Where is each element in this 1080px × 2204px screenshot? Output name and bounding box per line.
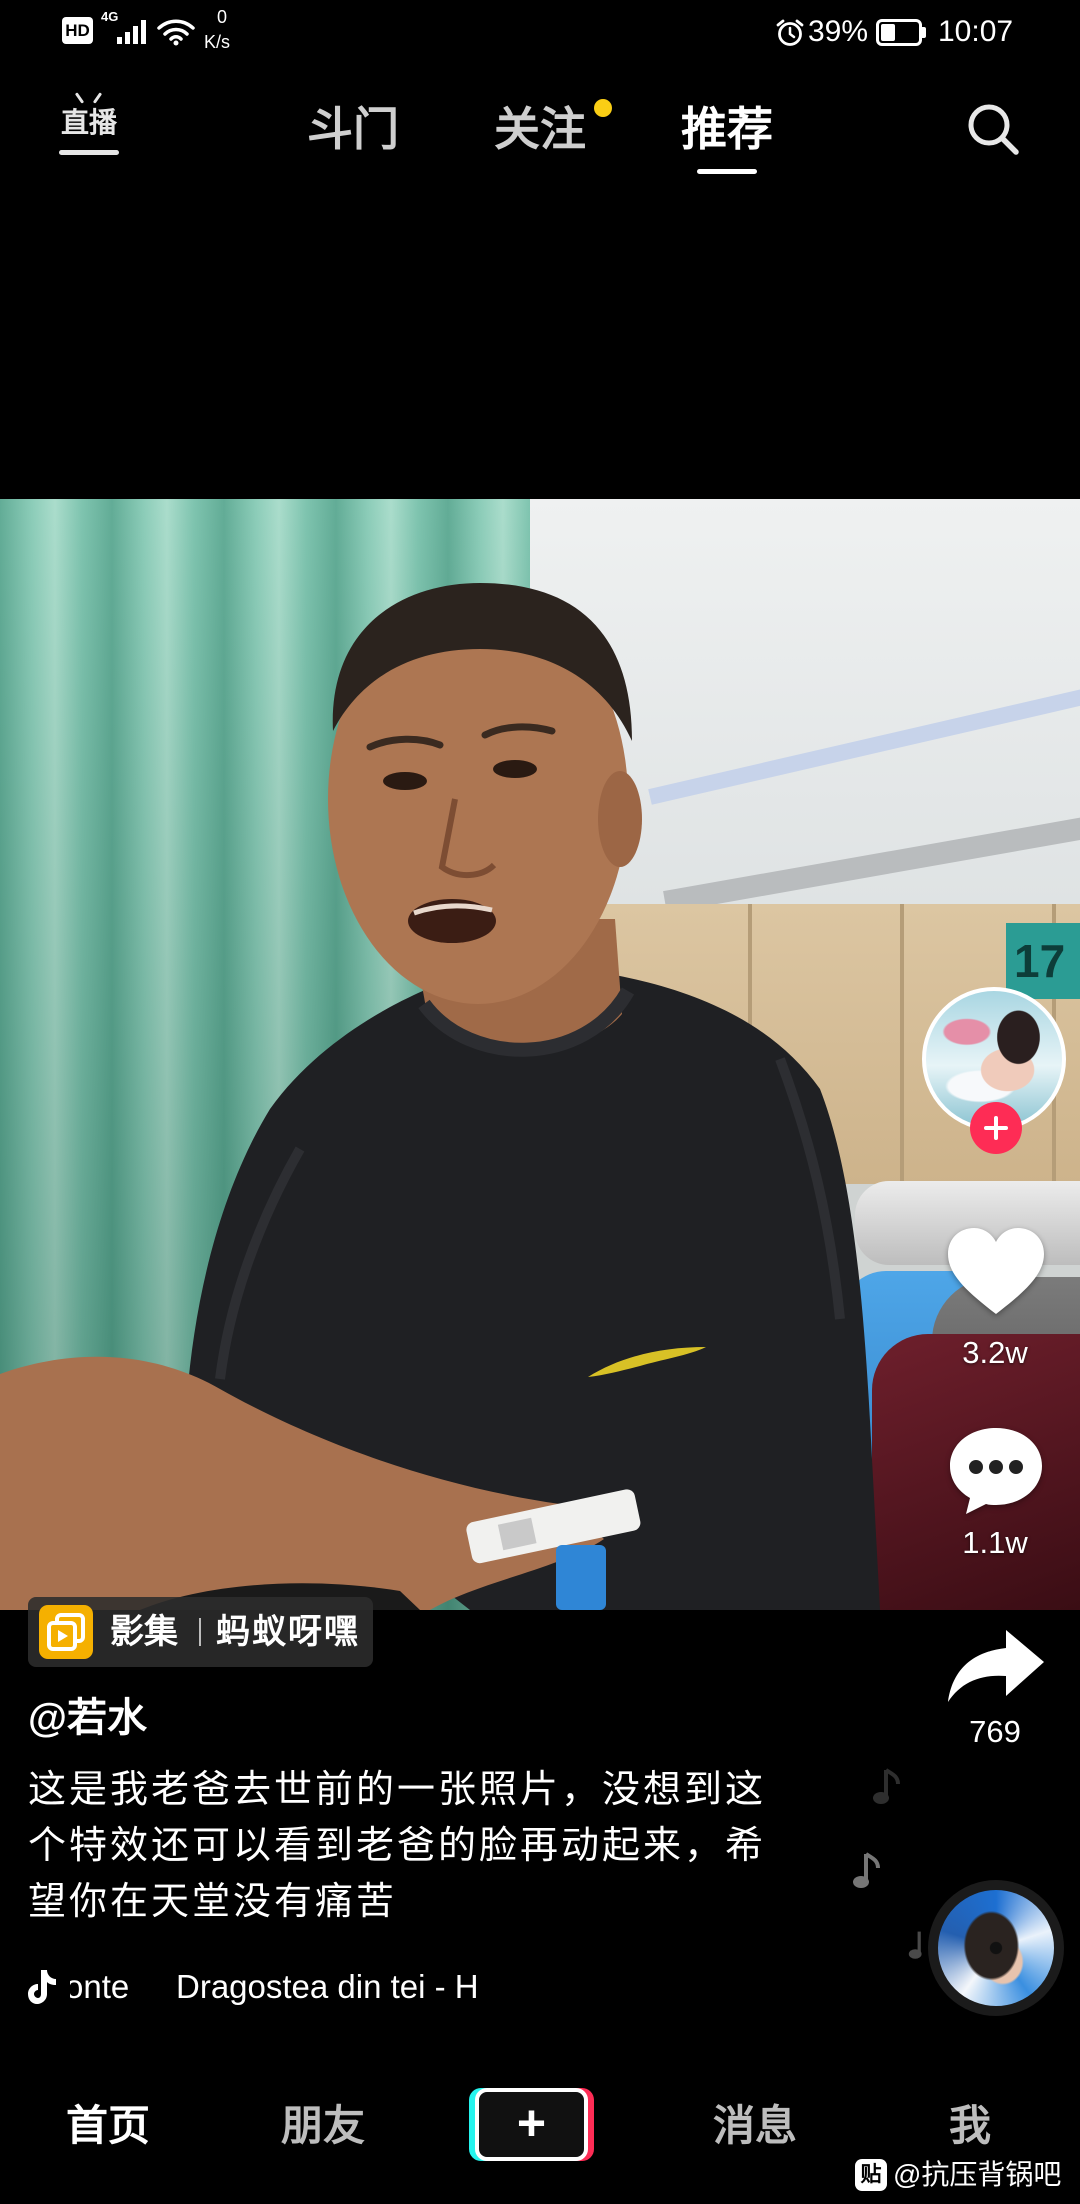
net-speed-value: 0 (216, 7, 227, 27)
music-note-icon (28, 1970, 56, 2004)
share-icon[interactable] (946, 1626, 1046, 1706)
nav-home[interactable]: 首页 (28, 2100, 188, 2152)
live-label: 直播 (60, 107, 117, 138)
author-name[interactable]: @若水 (28, 1694, 147, 1742)
search-icon[interactable] (963, 99, 1023, 159)
battery-tip (922, 27, 926, 38)
nav-friends[interactable]: 朋友 (243, 2100, 403, 2152)
like-count: 3.2w (962, 1335, 1028, 1370)
chip-divider (199, 1618, 201, 1646)
music-note-icon (853, 1852, 880, 1888)
music-note-icon (873, 1768, 900, 1804)
tab-local[interactable]: 斗门 (283, 100, 423, 158)
music-text-prefix: onte (70, 1968, 130, 2005)
wristband-blue (556, 1545, 606, 1610)
tab-recommended[interactable]: 推荐 (657, 100, 797, 158)
wifi-icon (157, 19, 195, 46)
watermark-text: @抗压背锅吧 (893, 2159, 1062, 2190)
live-antenna (74, 92, 85, 104)
description-line: 这是我老爸去世前的一张照片，没想到这 (28, 1769, 767, 1811)
status-bar: HD 4G 0 K/s 39% 10:07 (0, 0, 1080, 65)
new-content-dot (594, 99, 612, 117)
live-antenna (92, 92, 103, 104)
music-marquee: onte Dragostea din tei - H (70, 1963, 522, 2011)
effect-chip[interactable]: 影集 蚂蚁呀嘿 (28, 1597, 373, 1667)
description-line: 个特效还可以看到老爸的脸再动起来，希 (28, 1825, 767, 1867)
signal-icon (117, 20, 146, 44)
alarm-icon (776, 19, 804, 46)
hd-badge: HD (62, 17, 93, 44)
collection-icon (39, 1605, 93, 1659)
plus-icon (994, 1116, 998, 1140)
create-button[interactable]: + (475, 2088, 588, 2161)
watermark: 贴 @抗压背锅吧 (855, 2157, 1070, 2193)
description-line: 望你在天堂没有痛苦 (28, 1881, 398, 1923)
net-speed-unit: K/s (204, 32, 231, 52)
person (0, 583, 880, 1610)
battery-fill (881, 24, 896, 41)
battery-icon (876, 19, 922, 46)
heart-icon[interactable] (946, 1226, 1046, 1318)
collection-tag: 影集 (110, 1613, 178, 1651)
tieba-logo: 贴 (855, 2159, 887, 2191)
clock: 10:07 (938, 15, 1014, 48)
tab-following[interactable]: 关注 (470, 100, 610, 158)
live-base-line (59, 150, 119, 155)
follow-button[interactable] (970, 1102, 1022, 1154)
music-title: Dragostea din tei - H (176, 1968, 479, 2005)
nav-me[interactable]: 我 (890, 2100, 1050, 2152)
effect-name: 蚂蚁呀嘿 (216, 1613, 360, 1651)
comment-count: 1.1w (962, 1525, 1028, 1560)
share-count: 769 (969, 1714, 1021, 1749)
network-type: 4G (101, 9, 119, 24)
video-frame[interactable]: 17 (0, 499, 1080, 1610)
person-ear (598, 771, 642, 867)
nav-messages[interactable]: 消息 (675, 2100, 835, 2152)
music-disc-icon[interactable] (928, 1880, 1064, 2016)
active-tab-indicator (697, 169, 757, 174)
comment-icon[interactable] (946, 1424, 1046, 1516)
create-plus-label: + (516, 2095, 547, 2151)
battery-percent: 39% (808, 15, 869, 48)
music-row[interactable]: onte Dragostea din tei - H (28, 1963, 548, 2011)
live-button[interactable]: 直播 (56, 92, 122, 160)
